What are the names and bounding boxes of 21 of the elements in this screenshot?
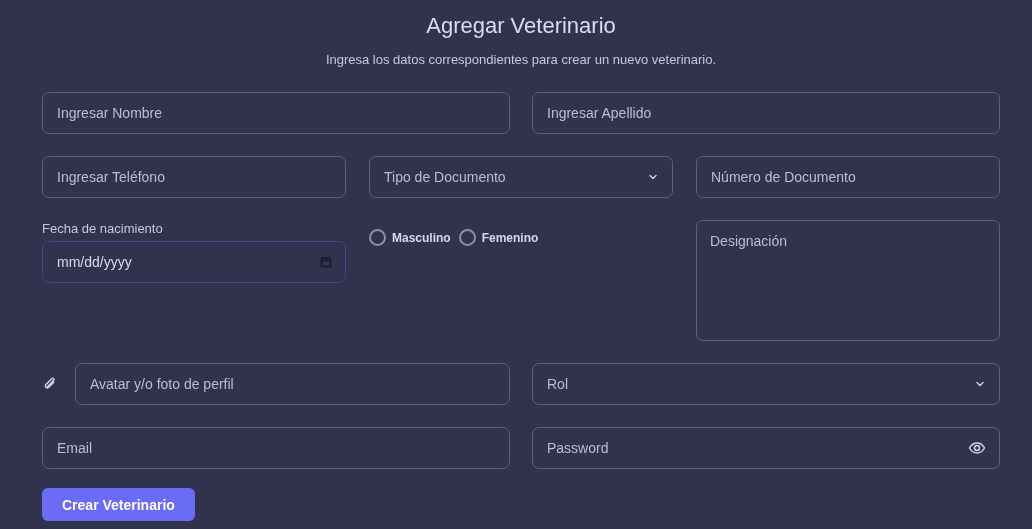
radio-button[interactable] [458, 229, 476, 246]
date-field[interactable]: mm/dd/yyyy [42, 241, 346, 283]
input-field[interactable]: Número de Documento [696, 156, 1000, 198]
eye-icon[interactable] [968, 439, 986, 457]
input-field[interactable]: Ingresar Apellido [532, 92, 1000, 134]
create-button[interactable]: Crear Veterinario [42, 488, 195, 521]
input-field[interactable]: Ingresar Teléfono [42, 156, 346, 198]
select-field[interactable]: Tipo de Documento [369, 156, 673, 198]
form-title: Agregar Veterinario [426, 12, 616, 40]
input-field[interactable]: Email [42, 427, 510, 469]
paperclip-icon[interactable] [42, 376, 58, 392]
radio-label[interactable]: Femenino [481, 230, 539, 245]
form-subtitle: Ingresa los datos correspondientes para crear un nuevo veterinario. [325, 51, 717, 69]
file-field[interactable]: Avatar y/o foto de perfil [75, 363, 510, 405]
radio-label[interactable]: Masculino [392, 230, 451, 245]
radio-button[interactable] [369, 229, 386, 246]
password-field[interactable]: Password [532, 427, 1000, 469]
select-field[interactable]: Rol [532, 363, 1000, 405]
input-field[interactable]: Ingresar Nombre [42, 92, 510, 134]
field-label: Fecha de nacimiento [42, 220, 164, 238]
text-area[interactable]: Designación [696, 220, 1000, 341]
